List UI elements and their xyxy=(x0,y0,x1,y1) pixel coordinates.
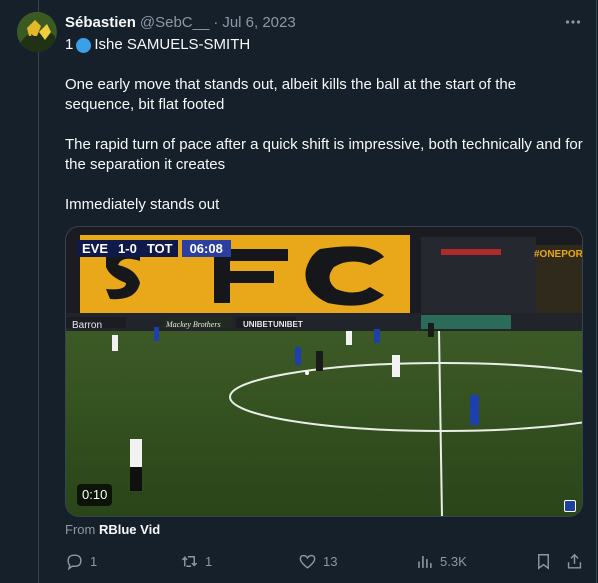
post-paragraph: The rapid turn of pace after a quick shi… xyxy=(65,136,583,173)
scorebug: EVE 1-0 TOT 06:08 xyxy=(77,240,231,257)
action-bar: 1 1 13 5.3K xyxy=(0,548,598,574)
post-header: Sébastien @SebC__ · Jul 6, 2023 xyxy=(65,12,296,32)
bookmark-icon xyxy=(538,553,549,570)
author-display-name[interactable]: Sébastien xyxy=(65,14,136,31)
attribution-source[interactable]: RBlue Vid xyxy=(99,522,160,537)
away-team: TOT xyxy=(141,240,178,257)
like-count: 13 xyxy=(323,553,338,569)
more-options-button[interactable] xyxy=(560,11,586,33)
views-button[interactable]: 5.3K xyxy=(415,548,467,574)
video-attribution: From RBlue Vid xyxy=(65,522,160,537)
post-paragraph: One early move that stands out, albeit k… xyxy=(65,76,517,113)
ad-board-text: Mackey Brothers xyxy=(165,320,221,329)
home-team: EVE xyxy=(77,240,114,257)
video-player[interactable]: Barron Mackey Brothers UNIBET UNIBET #ON… xyxy=(65,226,583,517)
analytics-icon xyxy=(418,555,432,568)
post-paragraph: Immediately stands out xyxy=(65,196,220,213)
thread-right-border xyxy=(596,0,597,583)
post-text: 1 Ishe SAMUELS-SMITH One early move that… xyxy=(65,35,585,215)
thread-left-border xyxy=(38,0,39,583)
broadcast-logo-icon xyxy=(564,500,576,512)
view-count: 5.3K xyxy=(440,553,467,569)
title-prefix: 1 xyxy=(65,36,74,53)
share-button[interactable] xyxy=(565,548,584,574)
avatar-image xyxy=(17,12,57,52)
match-clock: 06:08 xyxy=(181,240,231,257)
player-name: Ishe SAMUELS-SMITH xyxy=(94,36,251,53)
reply-button[interactable]: 1 xyxy=(65,548,97,574)
author-avatar[interactable] xyxy=(17,12,57,52)
bookmark-button[interactable] xyxy=(534,548,553,574)
like-button[interactable]: 13 xyxy=(298,548,337,574)
reply-count: 1 xyxy=(90,553,98,569)
ad-board-text: #ONEPOR xyxy=(534,249,583,260)
post-title-line: 1 Ishe SAMUELS-SMITH xyxy=(65,35,585,55)
author-handle[interactable]: @SebC__ xyxy=(140,14,209,31)
post-date[interactable]: Jul 6, 2023 xyxy=(222,14,295,31)
share-icon xyxy=(567,553,582,569)
more-horizontal-icon xyxy=(565,20,581,24)
ad-board-text: UNIBET xyxy=(273,320,303,329)
heart-icon xyxy=(299,554,316,569)
ad-board-text: Barron xyxy=(72,320,102,331)
reply-icon xyxy=(67,553,82,570)
repost-button[interactable]: 1 xyxy=(180,548,212,574)
video-frame: Barron Mackey Brothers UNIBET UNIBET #ON… xyxy=(66,227,583,516)
blue-circle-icon xyxy=(76,37,92,53)
repost-icon xyxy=(181,555,198,567)
repost-count: 1 xyxy=(205,553,213,569)
attribution-prefix: From xyxy=(65,522,96,537)
video-duration: 0:10 xyxy=(77,484,113,506)
match-score: 1-0 xyxy=(113,240,142,257)
header-separator: · xyxy=(213,13,219,31)
ad-board-text: UNIBET xyxy=(243,320,273,329)
ball xyxy=(305,371,309,375)
